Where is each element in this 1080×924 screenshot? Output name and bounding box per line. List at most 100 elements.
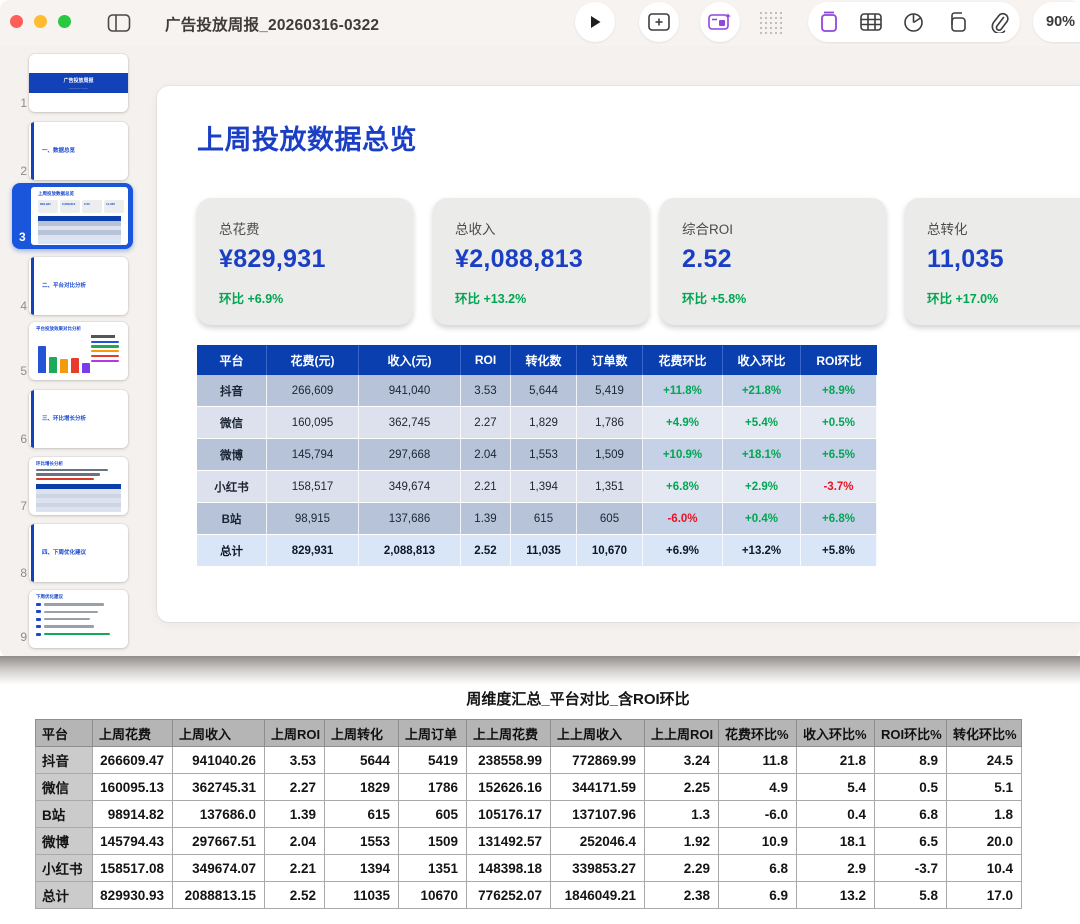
mini-list — [36, 603, 110, 640]
table-row: 微博145794.43297667.512.0415531509131492.5… — [36, 828, 1022, 855]
column-header: 花费环比% — [719, 720, 797, 747]
kpi-delta: 环比 +6.9% — [219, 288, 283, 307]
mini-text-lines — [36, 469, 108, 482]
kpi-card-total-conversions[interactable]: 总转化 11,035 环比 +17.0% — [905, 198, 1080, 325]
column-header: ROI环比 — [801, 345, 877, 375]
mini-slide-preview: 上周投放数据总览 829,931 2,088,813 2.52 11,035 — [31, 187, 128, 245]
minimize-window-button[interactable] — [34, 15, 47, 28]
mini-list-title: 下周优化建议 — [36, 594, 63, 600]
slide-number: 5 — [15, 364, 27, 378]
kpi-label: 综合ROI — [682, 218, 886, 238]
zoom-control[interactable]: 90% — [1033, 2, 1080, 42]
kpi-delta: 环比 +17.0% — [927, 288, 998, 307]
column-header: 平台 — [36, 720, 93, 747]
slide-thumbnail-2[interactable]: 一、数据总览 — [29, 122, 128, 180]
mini-title-band: 广告投放周报 ———— —— — [29, 73, 128, 93]
paperclip-icon[interactable] — [989, 11, 1009, 33]
mini-chart-legend — [91, 335, 119, 365]
kpi-value: 11,035 — [927, 245, 1080, 274]
mini-section-label: 一、数据总览 — [42, 146, 75, 154]
table-row: 小红书158517.08349674.072.2113941351148398.… — [36, 855, 1022, 882]
slide-number: 1 — [15, 96, 27, 110]
column-header: 花费环比 — [643, 345, 723, 375]
presentation-app-window: 广告投放周报_20260316-0322 — [0, 0, 1080, 658]
column-header: 上周转化 — [325, 720, 399, 747]
kpi-card-total-revenue[interactable]: 总收入 ¥2,088,813 环比 +13.2% — [433, 198, 649, 325]
kpi-delta: 环比 +13.2% — [455, 288, 526, 307]
column-header: 收入环比 — [723, 345, 801, 375]
screen: 广告投放周报_20260316-0322 — [0, 0, 1080, 924]
mini-table-title: 环比增长分析 — [36, 461, 63, 467]
kpi-value: 2.52 — [682, 245, 886, 274]
column-header: 订单数 — [577, 345, 643, 375]
kpi-value: ¥2,088,813 — [455, 245, 649, 274]
table-row: B站98,915137,6861.39615605-6.0%+0.4%+6.8% — [197, 503, 877, 535]
close-window-button[interactable] — [10, 15, 23, 28]
column-header: 上周ROI — [265, 720, 325, 747]
slide-number: 2 — [15, 164, 27, 178]
table-icon[interactable] — [860, 12, 882, 32]
slide-thumbnail-3-selected[interactable]: 3 上周投放数据总览 829,931 2,088,813 2.52 11,035 — [12, 183, 133, 249]
kpi-card-total-spend[interactable]: 总花费 ¥829,931 环比 +6.9% — [197, 198, 413, 325]
slide-number: 8 — [15, 566, 27, 580]
dot-grid-icon[interactable] — [753, 5, 789, 41]
kpi-delta: 环比 +5.8% — [682, 288, 746, 307]
slide-number: 7 — [15, 499, 27, 513]
table-row: 总计829,9312,088,8132.5211,03510,670+6.9%+… — [197, 535, 877, 567]
slide-thumbnail-5[interactable]: 平台投放效果对比分析 — [29, 322, 128, 380]
kpi-card-roi[interactable]: 综合ROI 2.52 环比 +5.8% — [660, 198, 886, 325]
column-header: 收入(元) — [359, 345, 461, 375]
column-header: 上周订单 — [399, 720, 467, 747]
column-header: 上周花费 — [93, 720, 173, 747]
kpi-label: 总花费 — [219, 218, 413, 238]
column-header: 转化环比% — [947, 720, 1022, 747]
slide-thumbnail-7[interactable]: 环比增长分析 — [29, 457, 128, 515]
fullscreen-window-button[interactable] — [58, 15, 71, 28]
mini-table — [36, 484, 121, 512]
play-button[interactable] — [575, 2, 615, 42]
mini-section-label: 四、下周优化建议 — [42, 548, 86, 556]
kpi-value: ¥829,931 — [219, 245, 413, 274]
slide-number: 3 — [19, 230, 26, 244]
column-header: ROI环比% — [875, 720, 947, 747]
document-title: 广告投放周报_20260316-0322 — [165, 13, 379, 35]
table-row: 微信160,095362,7452.271,8291,786+4.9%+5.4%… — [197, 407, 877, 439]
table-row: 总计829930.932088813.152.52110351067077625… — [36, 882, 1022, 909]
toolbar: 广告投放周报_20260316-0322 — [0, 0, 1080, 46]
platform-overview-table[interactable]: 平台花费(元)收入(元)ROI转化数订单数花费环比收入环比ROI环比 抖音266… — [197, 345, 877, 567]
column-header: 平台 — [197, 345, 267, 375]
sidebar-toggle-icon[interactable] — [106, 11, 132, 35]
slide-number: 4 — [15, 299, 27, 313]
column-header: 转化数 — [511, 345, 577, 375]
header-row: 平台上周花费上周收入上周ROI上周转化上周订单上上周花费上上周收入上上周ROI花… — [36, 720, 1022, 747]
shapes-icon[interactable] — [946, 12, 968, 32]
add-slide-button[interactable] — [639, 2, 679, 42]
column-header: 上上周收入 — [551, 720, 645, 747]
table-row: 抖音266,609941,0403.535,6445,419+11.8%+21.… — [197, 375, 877, 407]
table-row: 抖音266609.47941040.263.5356445419238558.9… — [36, 747, 1022, 774]
mini-bar-chart — [38, 346, 90, 373]
slide-canvas[interactable]: 上周投放数据总览 总花费 ¥829,931 环比 +6.9% 总收入 ¥2,08… — [157, 86, 1080, 622]
kpi-label: 总转化 — [927, 218, 1080, 238]
weekly-summary-table: 平台上周花费上周收入上周ROI上周转化上周订单上上周花费上上周收入上上周ROI花… — [35, 719, 1022, 909]
table-row: 微信160095.13362745.312.2718291786152626.1… — [36, 774, 1022, 801]
slide-title[interactable]: 上周投放数据总览 — [197, 118, 417, 157]
pie-chart-icon[interactable] — [903, 12, 924, 33]
text-box-icon[interactable] — [819, 11, 839, 33]
mini-section-label: 二、平台对比分析 — [42, 281, 86, 289]
column-header: 收入环比% — [797, 720, 875, 747]
slide-thumbnail-9[interactable]: 下周优化建议 — [29, 590, 128, 648]
column-header: 上周收入 — [173, 720, 265, 747]
sheet-title: 周维度汇总_平台对比_含ROI环比 — [76, 688, 1080, 709]
mini-section-label: 三、环比增长分析 — [42, 414, 86, 422]
slide-thumbnail-8[interactable]: 四、下周优化建议 — [29, 524, 128, 582]
slide-thumbnail-4[interactable]: 二、平台对比分析 — [29, 257, 128, 315]
slide-thumbnail-6[interactable]: 三、环比增长分析 — [29, 390, 128, 448]
header-row: 平台花费(元)收入(元)ROI转化数订单数花费环比收入环比ROI环比 — [197, 345, 877, 375]
slide-thumbnail-1[interactable]: 广告投放周报 ———— —— — [29, 54, 128, 112]
table-row: 小红书158,517349,6742.211,3941,351+6.8%+2.9… — [197, 471, 877, 503]
ai-slide-button[interactable] — [700, 2, 740, 42]
slide-number: 9 — [15, 630, 27, 644]
table-row: B站98914.82137686.01.39615605105176.17137… — [36, 801, 1022, 828]
slide-number: 6 — [15, 432, 27, 446]
